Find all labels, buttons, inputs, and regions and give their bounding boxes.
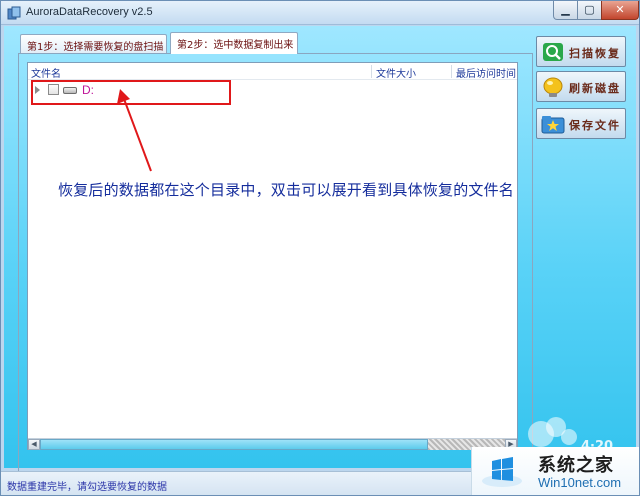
app-icon	[7, 6, 21, 20]
window-title: AuroraDataRecovery v2.5	[26, 6, 153, 18]
close-button[interactable]: ✕	[601, 1, 639, 20]
annotation-text: 恢复后的数据都在这个目录中，双击可以展开看到具体恢复的文件名	[58, 181, 515, 199]
highlight-box	[31, 80, 231, 105]
save-file-button[interactable]: 保存文件	[536, 108, 626, 139]
refresh-disk-label: 刷新磁盘	[569, 82, 621, 95]
scroll-left-button[interactable]: ◀	[28, 439, 40, 450]
save-folder-icon	[541, 116, 565, 134]
scroll-thumb[interactable]	[40, 439, 428, 450]
status-text: 数据重建完毕，请勾选要恢复的数据	[7, 482, 167, 493]
tab-step2-copy[interactable]: 第2步：选中数据复制出来	[170, 32, 298, 54]
site-watermark: 系统之家 Win10net.com	[471, 447, 639, 495]
bulb-icon	[543, 77, 563, 97]
column-divider[interactable]	[371, 65, 372, 78]
scan-recover-label: 扫描恢复	[569, 47, 621, 60]
title-bar[interactable]: AuroraDataRecovery v2.5 ▁ ▢ ✕	[1, 1, 639, 25]
horizontal-scrollbar[interactable]: ◀ ▶	[28, 438, 517, 450]
column-divider[interactable]	[451, 65, 452, 78]
scan-recover-button[interactable]: 扫描恢复	[536, 36, 626, 67]
save-file-label: 保存文件	[569, 119, 621, 132]
tab-step1-scan[interactable]: 第1步：选择需要恢复的盘扫描	[20, 34, 167, 53]
column-header-filesize[interactable]: 文件大小	[376, 65, 416, 80]
maximize-button[interactable]: ▢	[577, 1, 602, 20]
magnifier-icon	[543, 43, 563, 61]
refresh-disk-button[interactable]: 刷新磁盘	[536, 71, 626, 102]
column-header-filename[interactable]: 文件名	[31, 65, 61, 80]
minimize-button[interactable]: ▁	[553, 1, 578, 20]
watermark-paw-icon	[561, 429, 577, 445]
windows-logo-icon	[482, 457, 522, 487]
file-list[interactable]: 文件名 文件大小 最后访问时间 D: ◀ ▶	[27, 62, 518, 450]
watermark-title: 系统之家	[538, 455, 614, 476]
column-header-last-access[interactable]: 最后访问时间	[456, 65, 516, 80]
list-header: 文件名 文件大小 最后访问时间	[28, 63, 517, 80]
app-window: AuroraDataRecovery v2.5 ▁ ▢ ✕ 第1步：选择需要恢复…	[0, 0, 640, 496]
watermark-url: Win10net.com	[538, 475, 622, 490]
